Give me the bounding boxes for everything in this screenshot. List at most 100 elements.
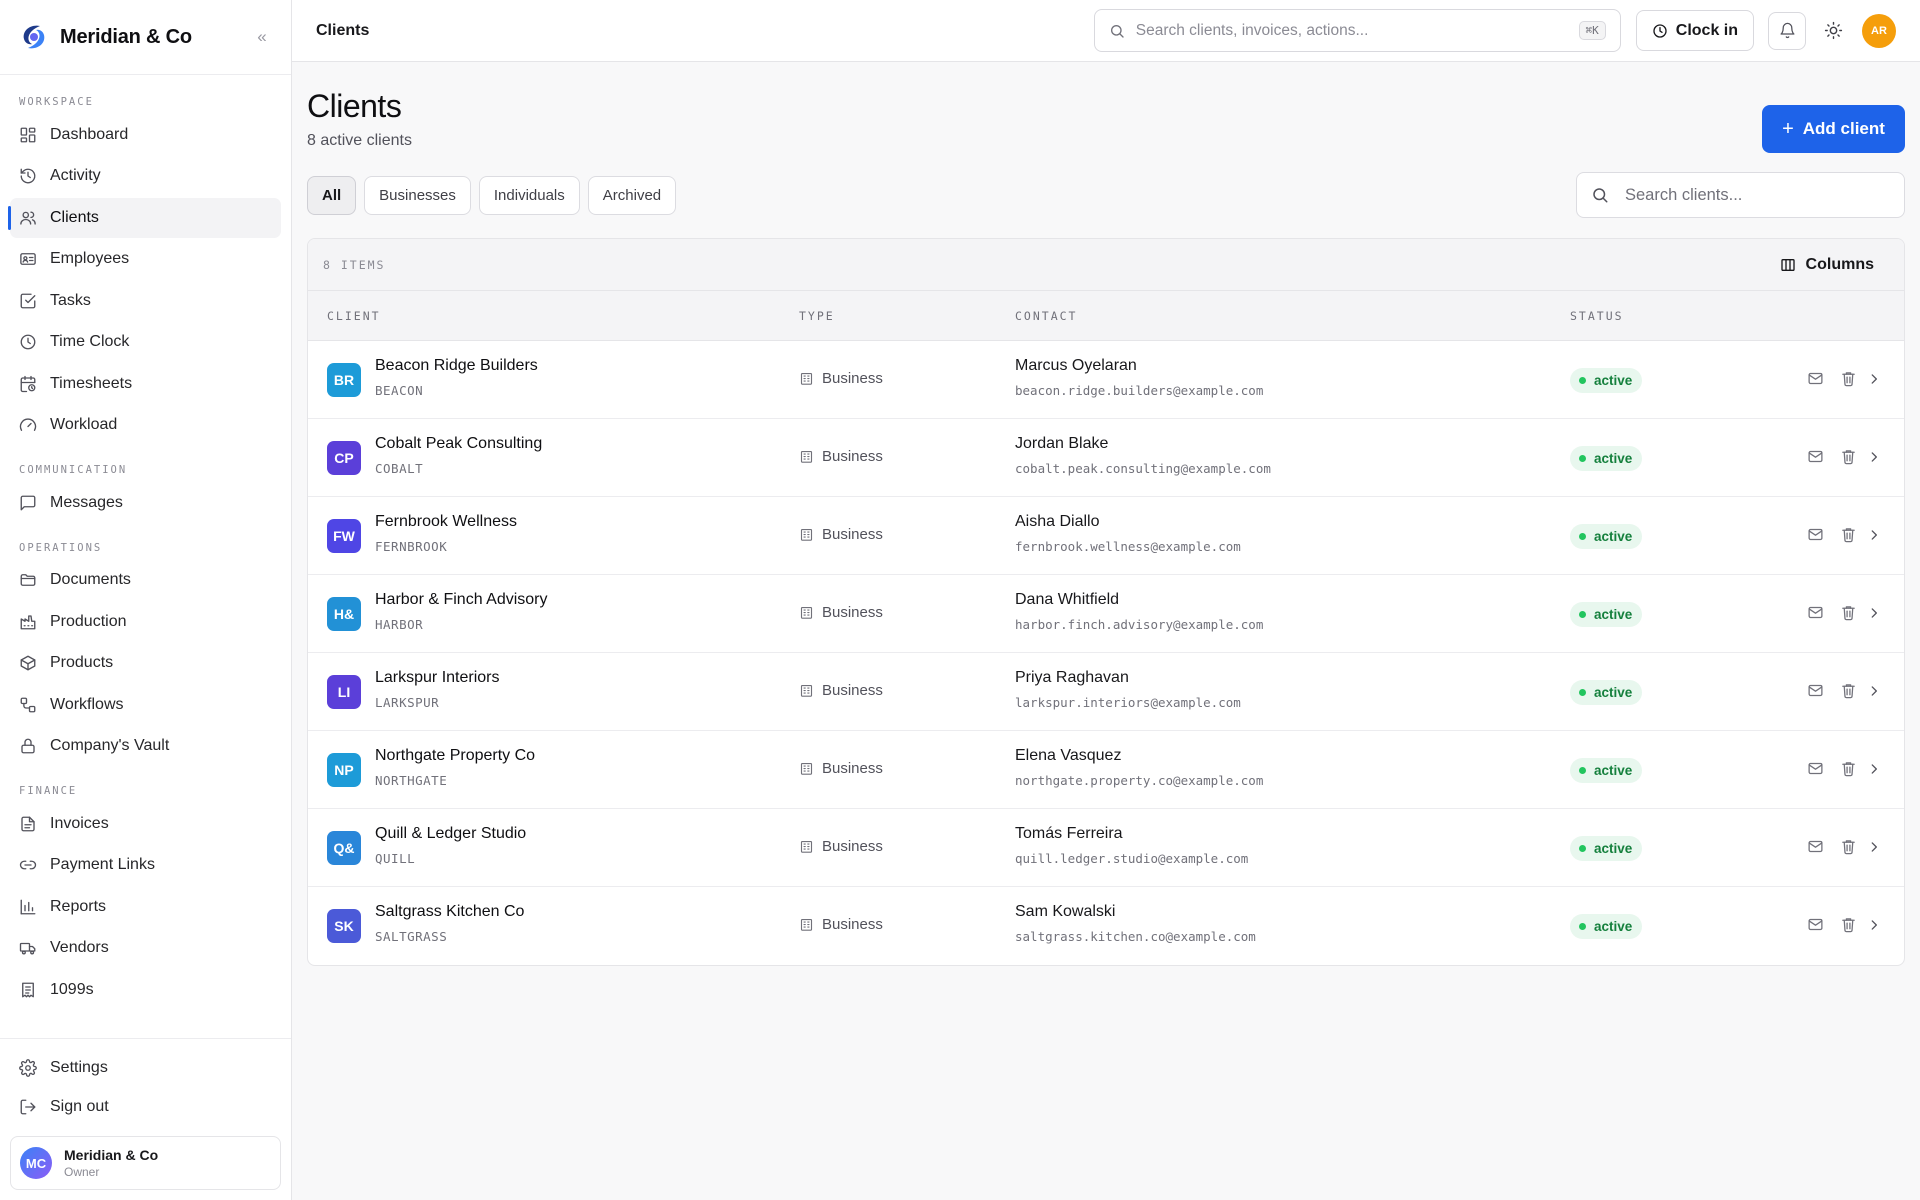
filter-tab-businesses[interactable]: Businesses [364,176,471,215]
sidebar-item-invoices[interactable]: Invoices [10,804,281,844]
column-header-status[interactable]: STATUS [1570,291,1624,341]
global-search[interactable]: ⌘K [1093,9,1621,52]
chevron-right-icon[interactable] [1867,762,1881,776]
add-client-button[interactable]: + Add client [1762,105,1905,153]
client-name[interactable]: Fernbrook Wellness [375,513,517,531]
sidebar-item-settings[interactable]: Settings [10,1049,281,1087]
sidebar-item-vendors[interactable]: Vendors [10,928,281,968]
account-card[interactable]: MC Meridian & Co Owner [10,1136,281,1190]
client-name[interactable]: Beacon Ridge Builders [375,357,538,375]
status-dot [1579,767,1586,774]
table-row[interactable]: CP Cobalt Peak Consulting COBALT Busines… [308,419,1904,497]
client-name[interactable]: Cobalt Peak Consulting [375,435,542,453]
sidebar-item-workload[interactable]: Workload [10,405,281,445]
client-type-label: Business [822,526,883,543]
sidebar-item-clients[interactable]: Clients [8,197,281,238]
columns-button[interactable]: Columns [1780,256,1889,274]
sidebar-item-activity[interactable]: Activity [10,156,281,196]
sidebar-item-label: Time Clock [50,333,130,350]
row-actions [1807,682,1881,699]
chevron-right-icon[interactable] [1867,606,1881,620]
sidebar-item-payment-links[interactable]: Payment Links [10,845,281,885]
trash-icon[interactable] [1840,760,1857,777]
sidebar-item-reports[interactable]: Reports [10,887,281,927]
client-name[interactable]: Harbor & Finch Advisory [375,591,548,609]
mail-icon[interactable] [1807,682,1824,699]
mail-icon[interactable] [1807,526,1824,543]
sidebar-item-timesheets[interactable]: Timesheets [10,364,281,404]
contact-name: Priya Raghavan [1015,669,1129,686]
trash-icon[interactable] [1840,838,1857,855]
table-row[interactable]: BR Beacon Ridge Builders BEACON Business… [308,341,1904,419]
theme-toggle[interactable] [1814,12,1852,50]
trash-icon[interactable] [1840,682,1857,699]
filter-tab-archived[interactable]: Archived [587,176,677,215]
chevron-right-icon[interactable] [1867,450,1881,464]
client-name[interactable]: Saltgrass Kitchen Co [375,903,524,921]
sidebar-item-dashboard[interactable]: Dashboard [10,115,281,155]
sidebar-item-tasks[interactable]: Tasks [10,281,281,321]
column-header-client[interactable]: CLIENT [327,291,381,341]
trash-icon[interactable] [1840,604,1857,621]
client-name[interactable]: Northgate Property Co [375,747,535,765]
chevron-right-icon[interactable] [1867,372,1881,386]
chevron-right-icon[interactable] [1867,918,1881,932]
client-type-label: Business [822,760,883,777]
chevron-right-icon[interactable] [1867,528,1881,542]
client-type: Business [799,916,883,933]
nav-section-label: WORKSPACE [19,96,94,108]
trash-icon[interactable] [1840,916,1857,933]
mail-icon[interactable] [1807,916,1824,933]
table-row[interactable]: Q& Quill & Ledger Studio QUILL Business … [308,809,1904,887]
sidebar-item-label: Clients [50,208,99,226]
sidebar-item-time-clock[interactable]: Time Clock [10,322,281,362]
mail-icon[interactable] [1807,760,1824,777]
status-badge: active [1570,680,1643,705]
global-search-input[interactable] [1135,21,1579,40]
chevron-right-icon[interactable] [1867,840,1881,854]
chevron-right-icon[interactable] [1867,684,1881,698]
column-header-contact[interactable]: CONTACT [1015,291,1077,341]
sidebar-item-employees[interactable]: Employees [10,239,281,279]
mail-icon[interactable] [1807,604,1824,621]
clock-in-button[interactable]: Clock in [1635,10,1754,51]
sidebar-item-documents[interactable]: Documents [10,560,281,600]
shortcut-badge: ⌘K [1578,21,1606,40]
filter-tab-all[interactable]: All [307,176,357,215]
trash-icon[interactable] [1840,370,1857,387]
client-type-label: Business [822,448,883,465]
sidebar-item-workflows[interactable]: Workflows [10,685,281,725]
table-row[interactable]: H& Harbor & Finch Advisory HARBOR Busine… [308,575,1904,653]
trash-icon[interactable] [1840,448,1857,465]
sidebar-item-company-s-vault[interactable]: Company's Vault [10,726,281,766]
notifications-button[interactable] [1768,11,1806,50]
table-row[interactable]: FW Fernbrook Wellness FERNBROOK Business… [308,497,1904,575]
brand-logo-icon[interactable] [18,21,50,53]
table-row[interactable]: LI Larkspur Interiors LARKSPUR Business … [308,653,1904,731]
mail-icon[interactable] [1807,838,1824,855]
sidebar-item-products[interactable]: Products [10,643,281,683]
collapse-sidebar-icon[interactable]: « [251,27,273,47]
column-header-type[interactable]: TYPE [799,291,835,341]
sidebar-item-production[interactable]: Production [10,602,281,642]
user-avatar[interactable]: AR [1862,13,1896,48]
sidebar-item-label: Dashboard [50,125,129,143]
client-name[interactable]: Quill & Ledger Studio [375,825,526,843]
sidebar-item-1099s[interactable]: 1099s [10,970,281,1010]
account-role: Owner [64,1165,100,1179]
filter-tab-individuals[interactable]: Individuals [478,176,580,215]
trash-icon[interactable] [1840,526,1857,543]
client-name[interactable]: Larkspur Interiors [375,669,500,687]
sidebar-item-sign-out[interactable]: Sign out [10,1088,281,1126]
mail-icon[interactable] [1807,370,1824,387]
nav-section-label: COMMUNICATION [19,464,128,476]
client-code: LARKSPUR [375,695,440,710]
status-dot [1579,689,1586,696]
client-search[interactable] [1576,172,1905,218]
table-row[interactable]: SK Saltgrass Kitchen Co SALTGRASS Busine… [308,887,1904,965]
table-row[interactable]: NP Northgate Property Co NORTHGATE Busin… [308,731,1904,809]
mail-icon[interactable] [1807,448,1824,465]
sidebar-item-messages[interactable]: Messages [10,483,281,523]
folder-icon [20,574,36,586]
client-search-input[interactable] [1625,185,1890,205]
